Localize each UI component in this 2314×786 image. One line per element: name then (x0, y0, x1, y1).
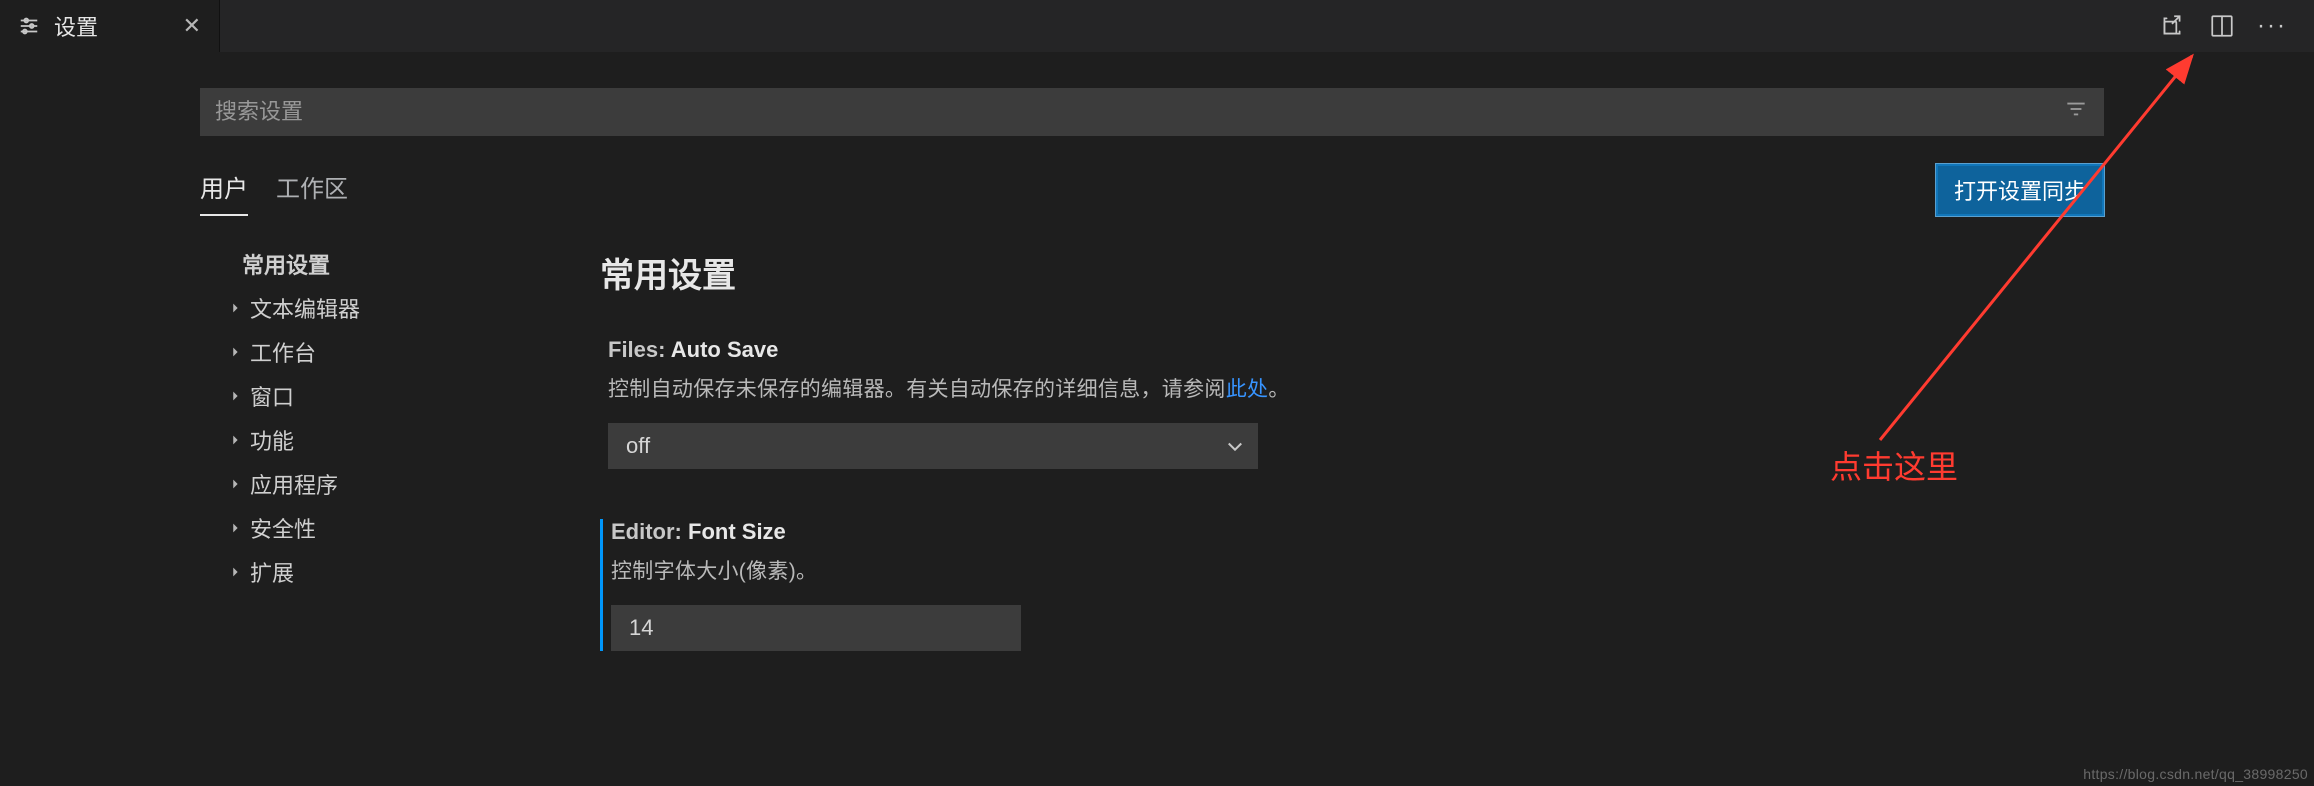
tab-bar: 设置 ✕ ··· (0, 0, 2314, 52)
scope-tab-workspace[interactable]: 工作区 (276, 169, 348, 216)
open-settings-json-icon[interactable] (2158, 12, 2186, 40)
tree-item-security[interactable]: 安全性 (200, 506, 560, 550)
tab-actions: ··· (2158, 0, 2314, 52)
tree-item-text-editor[interactable]: 文本编辑器 (200, 286, 560, 330)
tree-item-label: 文本编辑器 (250, 292, 360, 324)
tree-item-common[interactable]: 常用设置 (200, 242, 560, 286)
close-icon[interactable]: ✕ (183, 13, 201, 39)
autosave-select[interactable]: off (608, 423, 1258, 469)
tab-settings[interactable]: 设置 ✕ (0, 0, 220, 52)
scope-tabs: 用户 工作区 (200, 169, 348, 216)
tree-item-label: 应用程序 (250, 468, 338, 500)
more-actions-icon[interactable]: ··· (2258, 12, 2286, 40)
split-editor-icon[interactable] (2208, 12, 2236, 40)
tree-item-label: 工作台 (250, 336, 316, 368)
search-input[interactable] (215, 99, 2063, 125)
section-title: 常用设置 (600, 248, 2104, 297)
tree-item-window[interactable]: 窗口 (200, 374, 560, 418)
select-value: off (626, 433, 650, 459)
tree-item-label: 安全性 (250, 512, 316, 544)
input-value: 14 (629, 615, 653, 641)
setting-description: 控制自动保存未保存的编辑器。有关自动保存的详细信息，请参阅此处。 (608, 373, 2104, 403)
setting-label-name: Font Size (688, 519, 786, 544)
chevron-right-icon (228, 295, 244, 321)
tab-title: 设置 (54, 10, 98, 42)
setting-editor-fontsize: Editor: Font Size 控制字体大小(像素)。 14 (600, 519, 2104, 651)
setting-description: 控制字体大小(像素)。 (611, 555, 2104, 585)
tree-item-application[interactable]: 应用程序 (200, 462, 560, 506)
chevron-down-icon (1212, 423, 1258, 469)
settings-icon (18, 15, 40, 37)
open-settings-sync-button[interactable]: 打开设置同步 (1936, 164, 2104, 216)
chevron-right-icon (228, 339, 244, 365)
tree-item-label: 功能 (250, 424, 294, 456)
tree-item-workbench[interactable]: 工作台 (200, 330, 560, 374)
tree-item-label: 窗口 (250, 380, 294, 412)
chevron-right-icon (228, 471, 244, 497)
setting-label-prefix: Editor: (611, 519, 682, 544)
chevron-right-icon (228, 515, 244, 541)
chevron-right-icon (228, 427, 244, 453)
setting-label-name: Auto Save (671, 337, 779, 362)
setting-label-prefix: Files: (608, 337, 665, 362)
chevron-right-icon (228, 559, 244, 585)
setting-description-pre: 控制自动保存未保存的编辑器。有关自动保存的详细信息，请参阅 (608, 378, 1226, 401)
setting-description-link[interactable]: 此处 (1226, 378, 1269, 401)
filter-icon[interactable] (2063, 96, 2089, 129)
tree-item-features[interactable]: 功能 (200, 418, 560, 462)
annotation-text: 点击这里 (1830, 442, 1958, 488)
settings-tree: 常用设置 文本编辑器 工作台 窗口 功能 应用程序 (200, 242, 560, 701)
tree-item-extensions[interactable]: 扩展 (200, 550, 560, 594)
setting-label: Editor: Font Size (611, 519, 2104, 545)
chevron-right-icon (228, 383, 244, 409)
search-settings-input[interactable] (200, 88, 2104, 136)
setting-description-post: 。 (1268, 378, 1289, 401)
tree-item-label: 扩展 (250, 556, 294, 588)
scope-tab-user[interactable]: 用户 (200, 169, 248, 216)
watermark: https://blog.csdn.net/qq_38998250 (2083, 766, 2308, 782)
fontsize-input[interactable]: 14 (611, 605, 1021, 651)
setting-label: Files: Auto Save (608, 337, 2104, 363)
